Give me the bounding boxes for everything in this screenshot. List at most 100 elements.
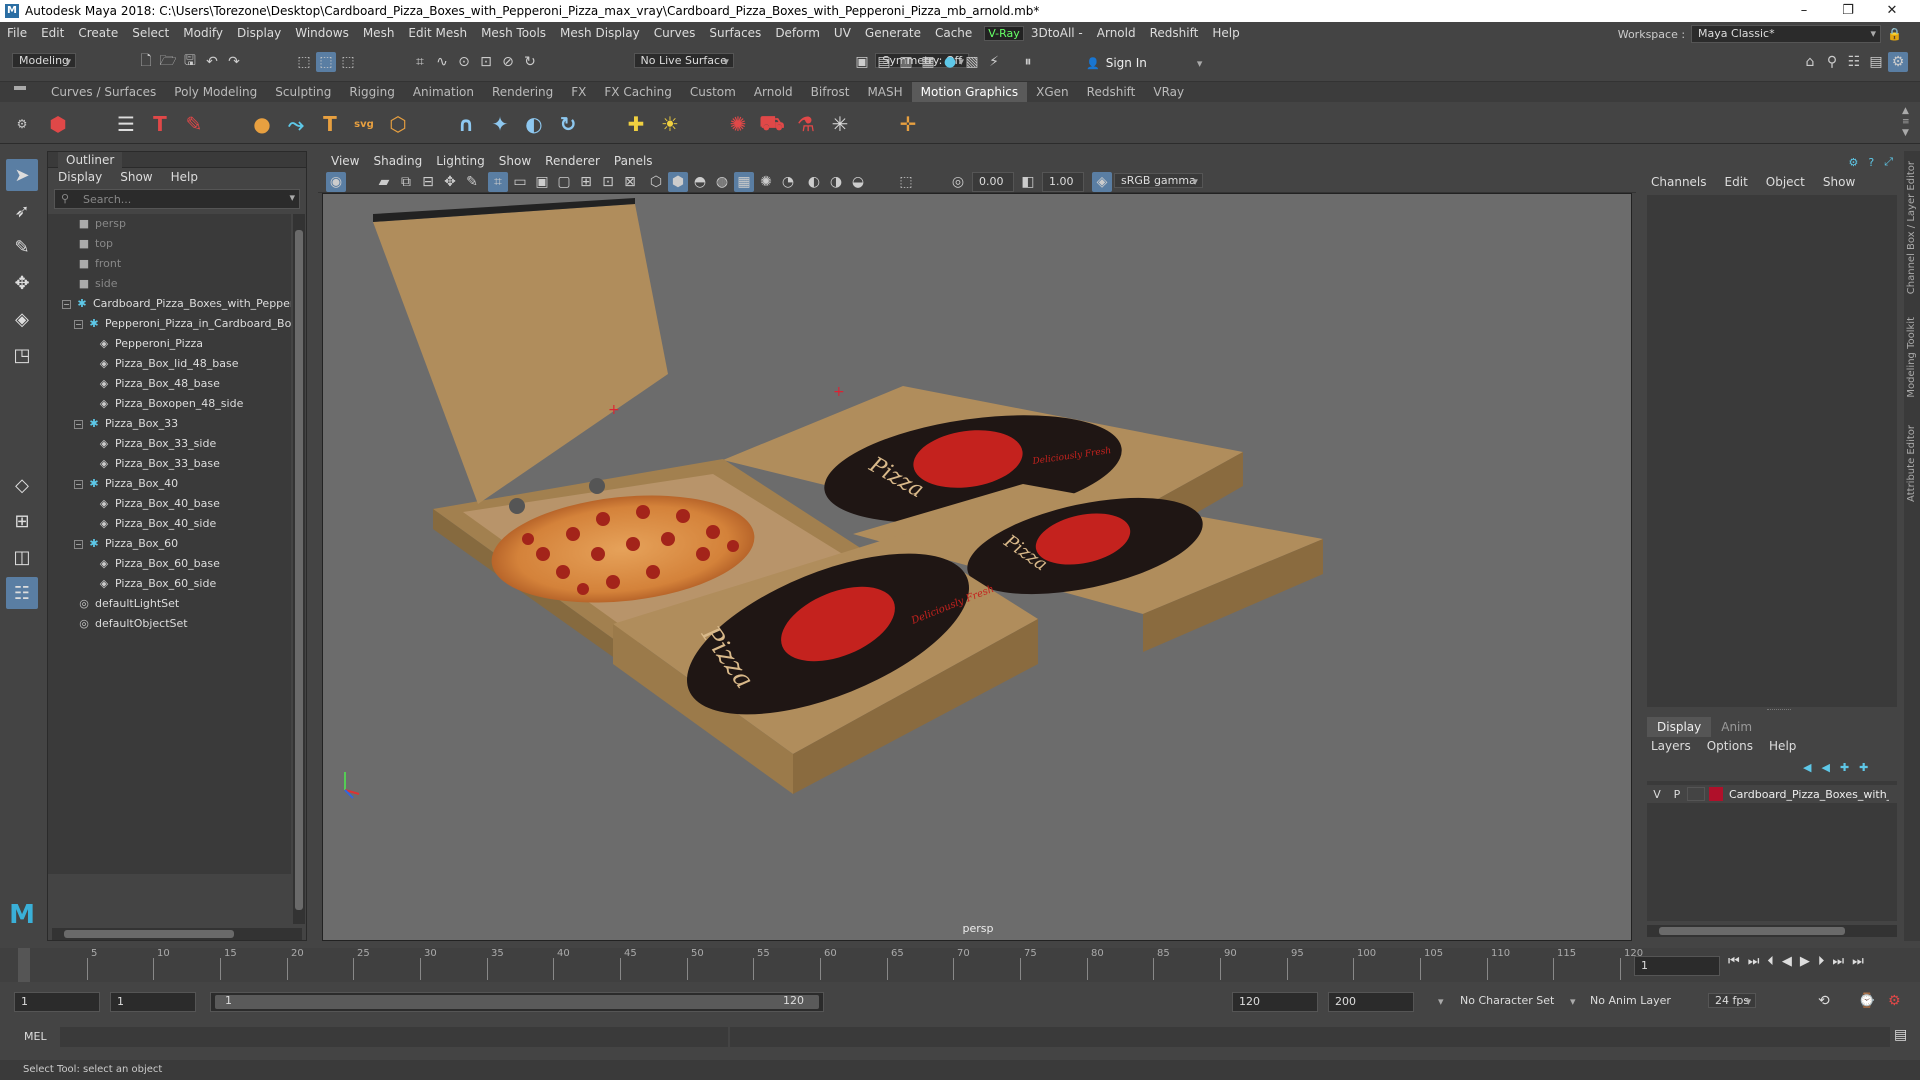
xray-joints-icon[interactable]: ◒ [848,172,868,192]
curve-tool-icon[interactable]: ⤳ [282,110,310,138]
shelf-tab-rendering[interactable]: Rendering [483,82,562,102]
sign-in-area[interactable]: 👤 Sign In ▾ [1086,53,1202,73]
open-scene-icon[interactable]: 🗁 [158,52,178,72]
menu-mesh-display[interactable]: Mesh Display [553,26,647,40]
safe-action-icon[interactable]: ⊡ [598,172,618,192]
snap-reference-icon[interactable]: ↻ [520,52,540,72]
menu-edit-mesh[interactable]: Edit Mesh [401,26,474,40]
layer-visibility-toggle[interactable]: V [1647,788,1667,801]
layer-hscroll-thumb[interactable] [1659,927,1845,935]
wireframe-icon[interactable]: ⬡ [646,172,666,192]
auto-key-icon[interactable]: ⌚ [1858,993,1875,1009]
outliner-row[interactable]: ◈ Pizza_Box_48_base [48,374,291,394]
magnet-icon[interactable]: ∩ [452,110,480,138]
side-tab-channel-box[interactable]: Channel Box / Layer Editor [1906,161,1917,294]
paint-select-tool-icon[interactable]: ✎ [6,231,38,263]
outliner-vscroll-thumb[interactable] [295,230,303,910]
shelf-tab-bifrost[interactable]: Bifrost [802,82,859,102]
color-management-icon[interactable]: ◈ [1092,172,1112,192]
outliner-row[interactable]: − ✱ Pizza_Box_40 [48,474,291,494]
gamma-icon[interactable]: ◧ [1018,172,1038,192]
xray-components-icon[interactable]: ⬚ [896,172,916,192]
select-tool-icon[interactable]: ➤ [6,159,38,191]
expand-toggle-icon[interactable]: − [74,479,83,489]
sparkle-icon[interactable]: ✳ [826,110,854,138]
new-layer-selected-icon[interactable]: ✚ [1859,761,1868,774]
two-d-pan-icon[interactable]: ✥ [440,172,460,192]
shelf-menu-icon[interactable] [14,86,26,90]
light-add-icon[interactable]: ✚ [622,110,650,138]
move-layer-up-icon[interactable]: ◀ [1803,761,1811,774]
script-editor-icon[interactable]: ▤ [1894,1027,1907,1043]
outliner-row[interactable]: ■ side [48,274,291,294]
channel-box-menu-edit[interactable]: Edit [1725,175,1748,189]
use-all-lights-icon[interactable]: ▦ [734,172,754,192]
render-settings-icon[interactable]: ▦ [918,52,938,72]
menu-create[interactable]: Create [71,26,125,40]
image-plane-icon[interactable]: ⊟ [418,172,438,192]
play-forward-icon[interactable]: ▶ [1800,954,1810,969]
shelf-scroll-icon[interactable]: ▲ ≡ ▼ [1902,106,1910,139]
layer-type-toggle[interactable] [1687,787,1705,801]
expand-toggle-icon[interactable]: − [74,319,83,329]
hypershade-icon[interactable]: ● [940,52,960,72]
menu-help[interactable]: Help [1205,26,1246,40]
toggle-tool-settings-icon[interactable]: ☷ [1844,52,1864,72]
shelf-tab-xgen[interactable]: XGen [1027,82,1078,102]
outliner-row[interactable]: ◈ Pizza_Boxopen_48_side [48,394,291,414]
viewport-menu-panels[interactable]: Panels [607,154,660,168]
outliner-row[interactable]: ◈ Pizza_Box_40_side [48,514,291,534]
layer-row[interactable]: V P Cardboard_Pizza_Boxes_with_Pepperoni… [1647,785,1897,803]
expand-toggle-icon[interactable]: − [62,299,71,309]
new-scene-icon[interactable]: 🗋 [136,52,156,72]
outliner-row[interactable]: ■ front [48,254,291,274]
menu-redshift[interactable]: Redshift [1143,26,1206,40]
isolate-select-icon[interactable]: ◐ [804,172,824,192]
mode-dropdown[interactable]: Modeling [12,53,77,68]
layer-color-swatch[interactable] [1709,787,1723,801]
go-to-end-icon[interactable]: ⏭ [1852,954,1864,969]
outliner-row[interactable]: ◈ Pizza_Box_60_side [48,574,291,594]
viewport-menu-view[interactable]: View [324,154,366,168]
go-to-start-icon[interactable]: ⏮ [1728,954,1740,969]
shelf-tab-mash[interactable]: MASH [858,82,911,102]
toggle-modeling-toolkit-icon[interactable]: ⌂ [1800,52,1820,72]
menu-vray[interactable]: V-Ray [984,25,1024,41]
two-view-icon[interactable]: ◫ [6,541,38,573]
channel-box-menu-object[interactable]: Object [1766,175,1805,189]
playback-end-field[interactable]: 120 [1232,992,1318,1012]
outliner-row[interactable]: ■ persp [48,214,291,234]
camera-attributes-icon[interactable]: ▰ [374,172,394,192]
grid-icon[interactable]: ⌗ [488,172,508,192]
menu-modify[interactable]: Modify [176,26,230,40]
playback-start-field[interactable]: 1 [110,992,196,1012]
ipr-render-icon[interactable]: ▥ [896,52,916,72]
anim-layer-chevron-icon[interactable]: ▾ [1570,995,1576,1008]
color-space-dropdown[interactable]: sRGB gamma [1114,173,1203,188]
outliner-row[interactable]: − ✱ Pizza_Box_60 [48,534,291,554]
resolution-gate-icon[interactable]: ▣ [532,172,552,192]
channel-box-pin-icon[interactable]: ⤢ [1884,155,1893,169]
time-slider[interactable]: 1510152025303540455055606570758085909510… [0,948,1920,982]
shelf-tab-fx[interactable]: FX [562,82,595,102]
viewport-menu-lighting[interactable]: Lighting [429,154,492,168]
outliner-search[interactable]: ⚲ Search... ▾ [54,189,300,209]
save-scene-icon[interactable]: 🖫 [180,52,200,72]
menu-windows[interactable]: Windows [288,26,356,40]
shelf-tab-poly-modeling[interactable]: Poly Modeling [165,82,266,102]
layer-tab-anim[interactable]: Anim [1711,717,1762,737]
grease-pencil-icon[interactable]: ✎ [462,172,482,192]
menu-arnold[interactable]: Arnold [1090,26,1143,40]
command-input[interactable] [60,1027,728,1047]
menu-edit[interactable]: Edit [34,26,71,40]
channel-box-help-icon[interactable]: ? [1868,156,1874,169]
pause-icon[interactable]: ⏸ [1018,52,1038,72]
outliner-row[interactable]: ◎ defaultObjectSet [48,614,291,634]
live-surface-field[interactable]: No Live Surface [633,53,734,68]
outliner-layout-icon[interactable]: ☷ [6,577,38,609]
safe-title-icon[interactable]: ⊠ [620,172,640,192]
shelf-tab-animation[interactable]: Animation [404,82,483,102]
layer-playback-toggle[interactable]: P [1667,788,1687,801]
snap-grid-icon[interactable]: ⌗ [410,52,430,72]
shelf-tab-curves-surfaces[interactable]: Curves / Surfaces [42,82,165,102]
